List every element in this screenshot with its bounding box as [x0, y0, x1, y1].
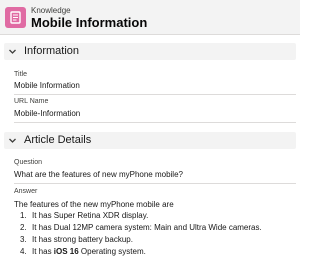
field-divider: [14, 122, 296, 123]
record-header: Knowledge Mobile Information: [0, 0, 300, 35]
feature-text-bold: iOS 16: [53, 247, 79, 256]
section-article-details-title: Article Details: [24, 134, 92, 146]
record-title: Mobile Information: [31, 15, 148, 30]
chevron-down-icon: [9, 138, 16, 143]
question-field-label: Question: [14, 159, 43, 166]
title-field-value: Mobile Information: [14, 81, 80, 90]
feature-number: 2.: [20, 223, 27, 232]
feature-number: 1.: [20, 211, 27, 220]
url-name-field-value: Mobile-Information: [14, 109, 81, 118]
field-divider: [14, 183, 296, 184]
answer-intro-text: The features of the new myPhone mobile a…: [14, 200, 174, 209]
feature-text: It has strong battery backup.: [32, 235, 133, 244]
object-type-label: Knowledge: [31, 6, 71, 15]
chevron-down-icon: [9, 49, 16, 54]
knowledge-book-icon: [5, 7, 26, 28]
feature-list-item: 3. It has strong battery backup.: [0, 234, 262, 246]
section-article-details-toggle[interactable]: Article Details: [4, 132, 296, 149]
feature-list-item: 2. It has Dual 12MP camera system: Main …: [0, 222, 262, 234]
section-information-title: Information: [24, 45, 80, 57]
feature-list-item: 4. It has iOS 16 Operating system.: [0, 246, 262, 258]
feature-number: 4.: [20, 247, 27, 256]
feature-text: It has Dual 12MP camera system: Main and…: [32, 223, 262, 232]
url-name-field-label: URL Name: [14, 98, 49, 105]
feature-text-post: Operating system.: [78, 247, 146, 256]
section-information-toggle[interactable]: Information: [4, 43, 296, 60]
answer-field-label: Answer: [14, 188, 38, 195]
field-divider: [14, 94, 296, 95]
question-field-value: What are the features of new myPhone mob…: [14, 170, 183, 179]
feature-number: 3.: [20, 235, 27, 244]
feature-text-pre: It has: [32, 247, 54, 256]
answer-feature-list: 1. It has Super Retina XDR display. 2. I…: [0, 210, 262, 258]
feature-text: It has Super Retina XDR display.: [32, 211, 149, 220]
feature-list-item: 1. It has Super Retina XDR display.: [0, 210, 262, 222]
title-field-label: Title: [14, 71, 27, 78]
